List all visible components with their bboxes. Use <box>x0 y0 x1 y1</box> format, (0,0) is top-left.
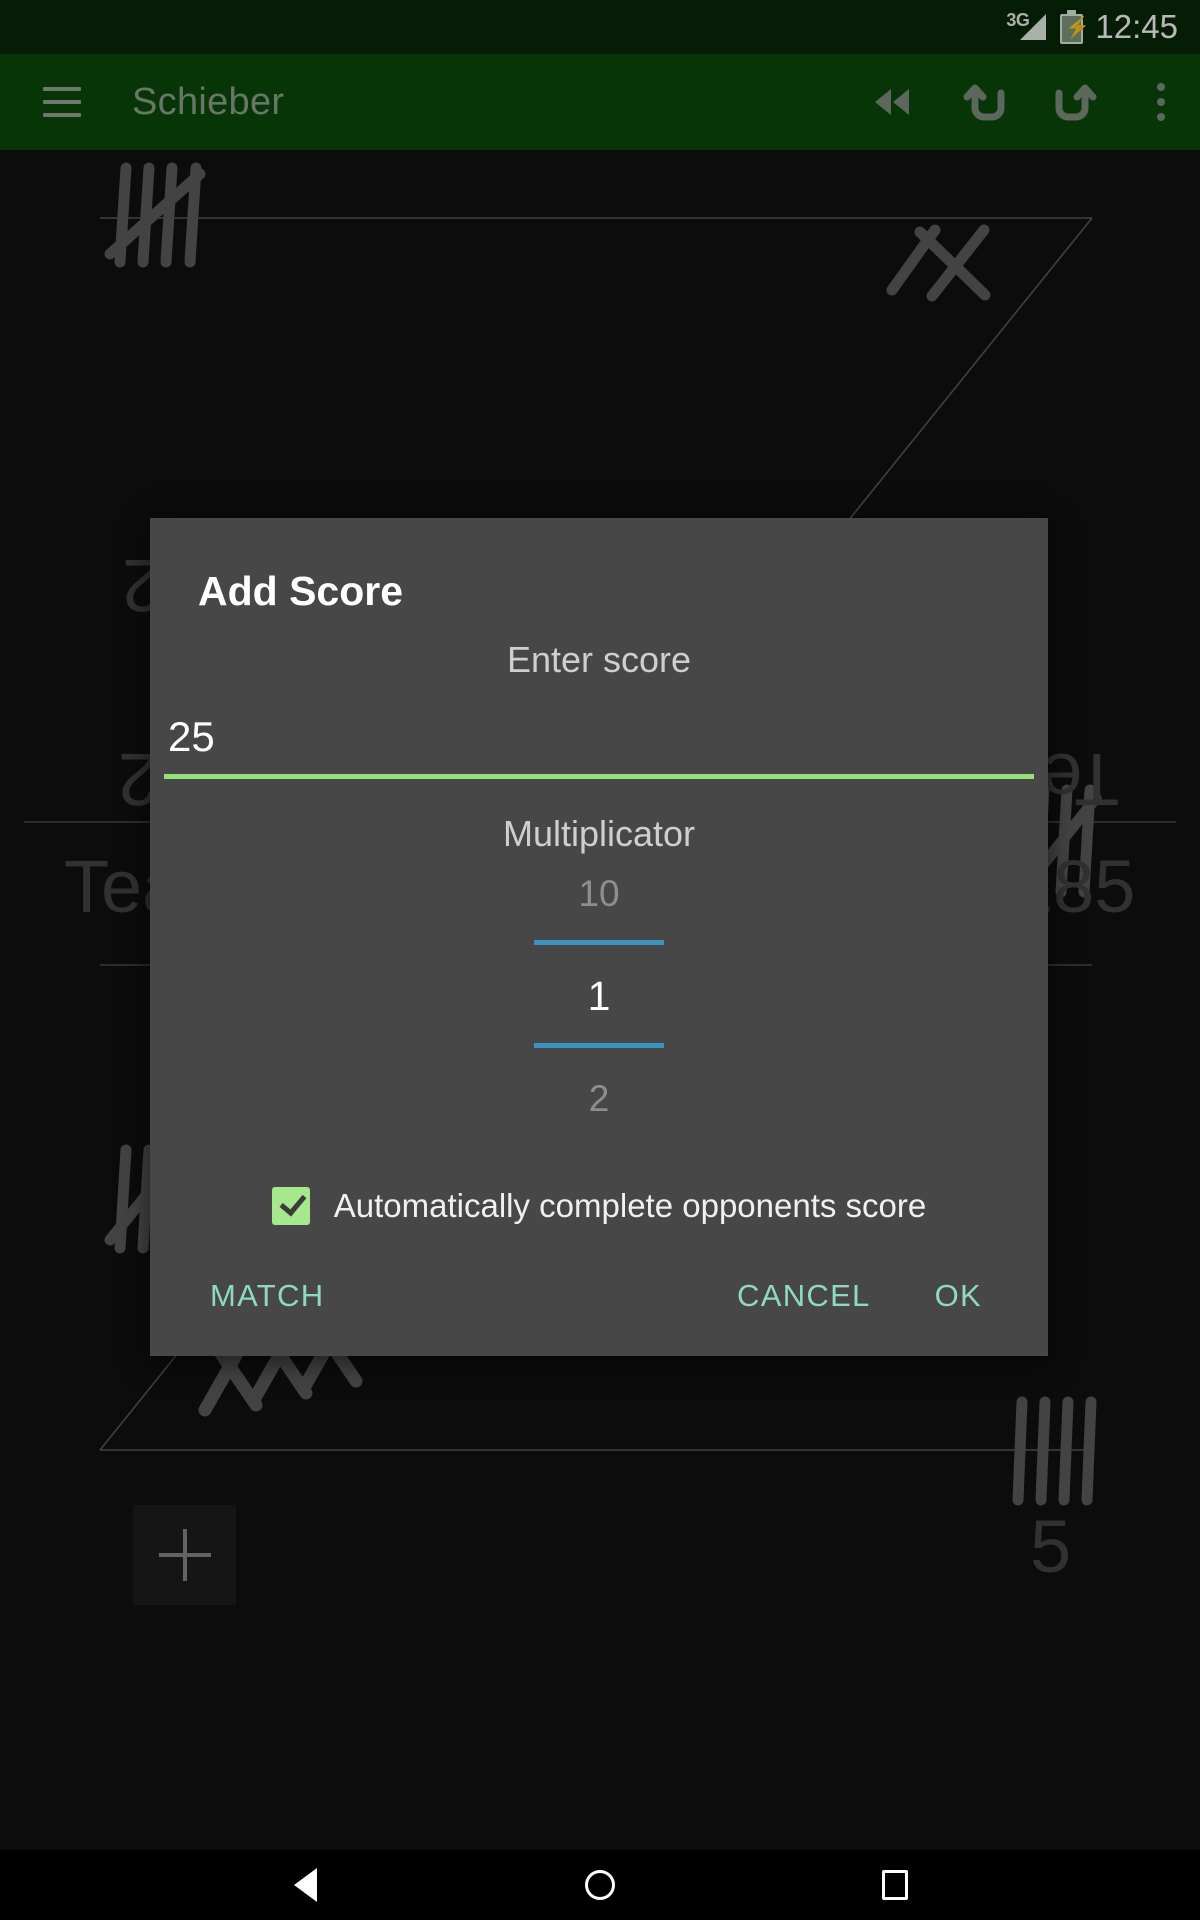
nav-home-button[interactable] <box>555 1850 645 1920</box>
picker-divider-bottom <box>534 1043 664 1048</box>
dialog-title: Add Score <box>198 568 404 614</box>
auto-complete-checkbox-row[interactable]: Automatically complete opponents score <box>150 1187 1048 1225</box>
auto-complete-checkbox-label: Automatically complete opponents score <box>333 1187 927 1224</box>
score-input-wrapper <box>164 713 1034 779</box>
ok-button[interactable]: OK <box>917 1264 1000 1328</box>
picker-selected-value[interactable]: 1 <box>150 973 1048 1020</box>
nav-recents-button[interactable] <box>850 1850 940 1920</box>
picker-previous-value[interactable]: 10 <box>150 873 1048 915</box>
auto-complete-checkbox[interactable] <box>271 1187 310 1225</box>
match-button[interactable]: MATCH <box>192 1264 342 1328</box>
multiplicator-label: Multiplicator <box>502 813 696 854</box>
app-screen: 3G ⚡ 12:45 Schieber Tea Tea 185 5 Add Sc… <box>0 0 1200 1920</box>
enter-score-label: Enter score <box>506 639 692 680</box>
home-circle-icon <box>585 1870 615 1900</box>
android-nav-bar <box>0 1850 1200 1920</box>
score-input-underline <box>164 774 1034 779</box>
recents-square-icon <box>882 1870 908 1900</box>
nav-back-button[interactable] <box>260 1850 350 1920</box>
cancel-button[interactable]: CANCEL <box>719 1264 889 1328</box>
picker-divider-top <box>534 940 664 945</box>
score-input[interactable] <box>164 713 1034 774</box>
multiplicator-number-picker[interactable]: 10 1 2 <box>150 873 1048 1173</box>
back-triangle-icon <box>293 1868 317 1902</box>
add-score-dialog: Add Score Enter score Multiplicator 10 1… <box>150 518 1048 1356</box>
picker-next-value[interactable]: 2 <box>150 1078 1048 1120</box>
dialog-actions: MATCH CANCEL OK <box>150 1236 1048 1356</box>
